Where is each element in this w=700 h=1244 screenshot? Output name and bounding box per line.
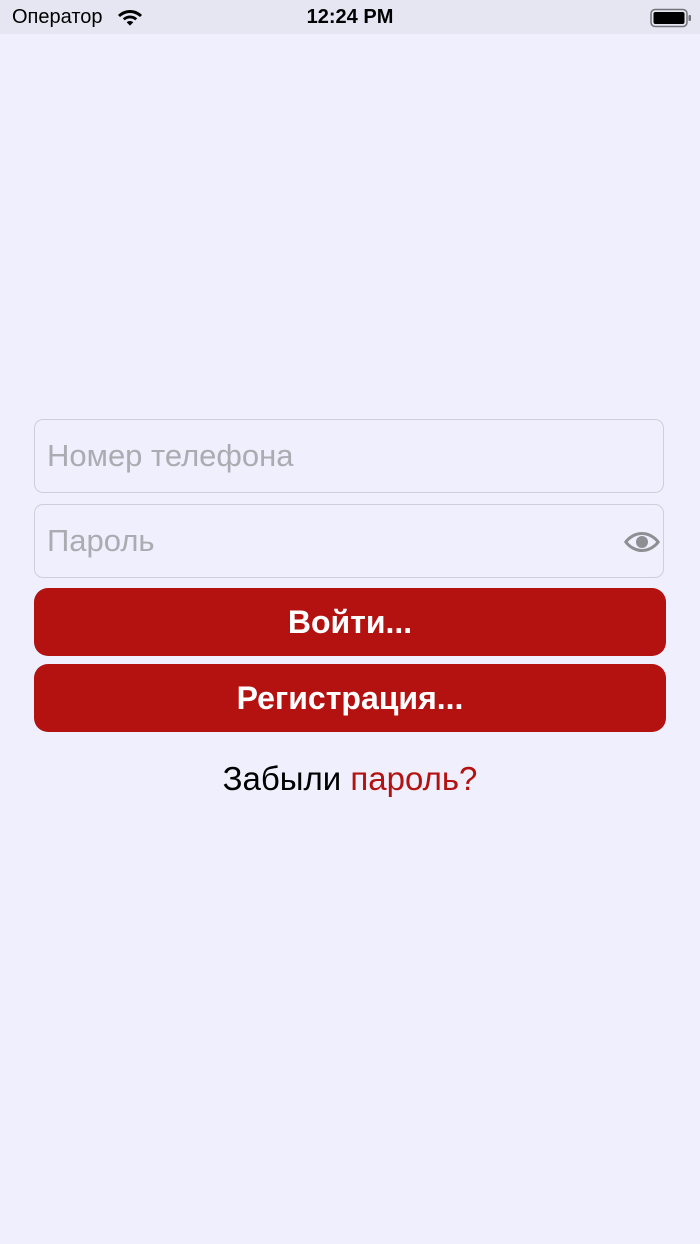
phone-field[interactable] [34, 419, 664, 493]
status-time: 12:24 PM [306, 6, 394, 28]
status-bar: Оператор 12:24 PM [0, 0, 700, 34]
login-button[interactable]: Войти... [34, 588, 666, 656]
forgot-password: Забыли пароль? [0, 760, 700, 798]
password-field[interactable] [34, 504, 664, 578]
eye-icon[interactable] [623, 525, 661, 559]
battery-icon [650, 8, 691, 28]
forgot-password-link[interactable]: пароль? [350, 760, 477, 797]
register-button[interactable]: Регистрация... [34, 664, 666, 732]
password-input[interactable] [47, 505, 607, 577]
phone-input[interactable] [47, 420, 607, 492]
forgot-password-prefix: Забыли [222, 760, 342, 797]
